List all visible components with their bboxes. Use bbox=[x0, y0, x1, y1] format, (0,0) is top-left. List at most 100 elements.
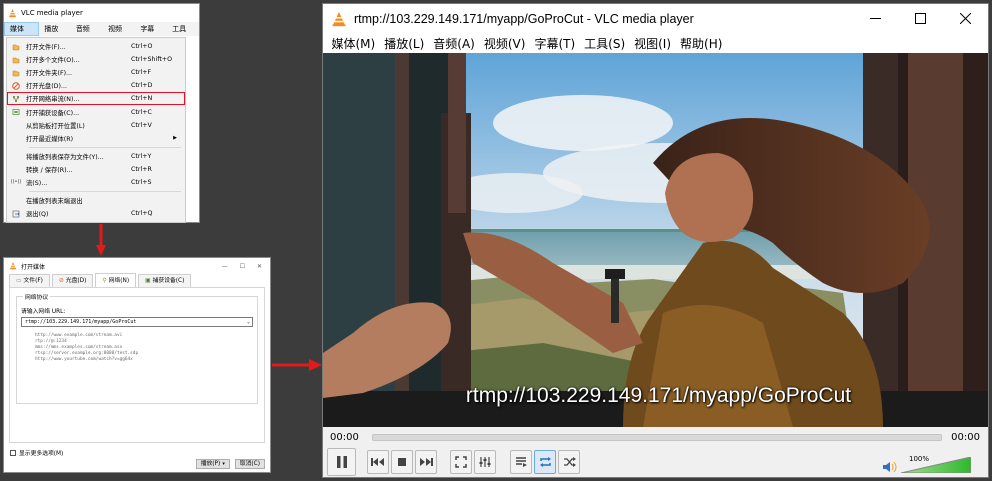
vlc-cone-icon bbox=[332, 11, 346, 26]
menu-item-open-capture[interactable]: 打开捕获设备(C)... Ctrl+C bbox=[7, 105, 185, 118]
right-arrow-icon bbox=[272, 359, 322, 371]
loop-button[interactable] bbox=[534, 450, 556, 474]
playback-controls: 100% bbox=[323, 448, 988, 477]
shuffle-button[interactable] bbox=[558, 450, 580, 474]
quit-icon bbox=[12, 210, 20, 218]
loop-icon bbox=[539, 457, 551, 467]
next-button[interactable] bbox=[415, 450, 437, 474]
menu-item-quit-at-end[interactable]: 在播放列表末端退出 bbox=[7, 194, 185, 207]
play-button[interactable]: 播放(P) ▾ bbox=[195, 459, 230, 469]
pause-button[interactable] bbox=[327, 448, 356, 476]
stop-button[interactable] bbox=[391, 450, 413, 474]
chevron-down-icon[interactable]: ▾ bbox=[222, 460, 225, 468]
skip-forward-icon bbox=[420, 458, 433, 466]
mini-title-bar: VLC media player bbox=[4, 4, 199, 22]
vlc-cone-icon bbox=[8, 8, 17, 17]
network-url-input[interactable]: rtmp://103.229.149.171/myapp/GoProCut ⌄ bbox=[21, 317, 253, 327]
menu-playback[interactable]: 播放(L) bbox=[380, 35, 429, 52]
url-examples: http://www.example.com/stream.avi rtp://… bbox=[35, 333, 139, 363]
volume-slider[interactable] bbox=[901, 457, 971, 473]
tab-network[interactable]: ⚲ 网络(N) bbox=[95, 273, 137, 287]
menu-tools[interactable]: 工具(S) bbox=[580, 35, 630, 52]
fullscreen-icon bbox=[455, 456, 467, 468]
dialog-tabs: ▭ 文件(F) ⊘ 光盘(D) ⚲ 网络(N) ▣ 捕获设备(C) bbox=[4, 273, 270, 287]
open-folder-icon bbox=[12, 69, 20, 77]
tab-disc[interactable]: ⊘ 光盘(D) bbox=[51, 274, 94, 287]
menu-audio[interactable]: 音频(A) bbox=[429, 35, 480, 52]
time-total[interactable]: 00:00 bbox=[946, 432, 980, 443]
main-title-bar: rtmp://103.229.149.171/myapp/GoProCut - … bbox=[323, 4, 988, 33]
menu-subtitle[interactable]: 字幕(T) bbox=[530, 35, 580, 52]
window-title: rtmp://103.229.149.171/myapp/GoProCut - … bbox=[354, 11, 694, 26]
minimize-icon bbox=[870, 18, 881, 19]
tab-capture[interactable]: ▣ 捕获设备(C) bbox=[138, 274, 192, 287]
submenu-arrow-icon: ▶ bbox=[173, 135, 177, 142]
menu-item-open-multiple[interactable]: 打开多个文件(O)... Ctrl+Shift+O bbox=[7, 53, 185, 66]
menu-video[interactable]: 视频(V) bbox=[479, 35, 530, 52]
menu-view[interactable]: 视图(I) bbox=[630, 35, 676, 52]
menu-item-open-folder[interactable]: 打开文件夹(F)... Ctrl+F bbox=[7, 66, 185, 79]
tab-file[interactable]: ▭ 文件(F) bbox=[9, 274, 50, 287]
url-label: 请输入网络 URL: bbox=[21, 309, 66, 315]
menu-separator bbox=[29, 146, 181, 148]
minimize-icon[interactable]: — bbox=[222, 263, 228, 270]
minimize-button[interactable] bbox=[853, 4, 898, 33]
open-media-dialog: 打开媒体 — ☐ ✕ ▭ 文件(F) ⊘ 光盘(D) ⚲ 网络(N) ▣ 捕获设… bbox=[3, 257, 271, 473]
chevron-down-icon[interactable]: ⌄ bbox=[247, 318, 250, 326]
mini-menu-tools[interactable]: 工具(S) bbox=[167, 22, 199, 47]
file-icon: ▭ bbox=[16, 278, 22, 284]
fullscreen-button[interactable] bbox=[450, 450, 472, 474]
menu-item-recent-media[interactable]: 打开最近媒体(R) ▶ bbox=[7, 132, 185, 145]
open-multiple-icon bbox=[12, 56, 20, 64]
more-options-checkbox[interactable]: 显示更多选项(M) bbox=[10, 448, 63, 457]
network-protocol-group: 网络协议 请输入网络 URL: rtmp://103.229.149.171/m… bbox=[16, 292, 258, 404]
subtitle-text: rtmp://103.229.149.171/myapp/GoProCut bbox=[465, 384, 852, 407]
maximize-button[interactable] bbox=[898, 4, 943, 33]
cancel-button[interactable]: 取消(C) bbox=[234, 459, 265, 469]
network-panel: 网络协议 请输入网络 URL: rtmp://103.229.149.171/m… bbox=[9, 287, 265, 443]
extended-settings-button[interactable] bbox=[474, 450, 496, 474]
mini-menu-subtitle[interactable]: 字幕(T) bbox=[135, 22, 167, 47]
mini-menu-video[interactable]: 视频(V) bbox=[103, 22, 135, 47]
close-button[interactable] bbox=[943, 4, 988, 33]
maximize-icon[interactable]: ☐ bbox=[240, 263, 245, 270]
mini-menu-playback[interactable]: 播放(L) bbox=[39, 22, 70, 47]
menu-item-open-disc[interactable]: 打开光盘(D)... Ctrl+D bbox=[7, 79, 185, 92]
menu-separator bbox=[29, 191, 181, 193]
capture-icon: ▣ bbox=[145, 278, 151, 284]
down-arrow-icon bbox=[96, 224, 106, 256]
menu-item-quit[interactable]: 退出(Q) Ctrl+Q bbox=[7, 207, 185, 220]
media-dropdown-menu: 打开文件(F)... Ctrl+O 打开多个文件(O)... Ctrl+Shif… bbox=[6, 37, 186, 224]
vlc-cone-icon bbox=[9, 262, 17, 270]
mini-menu-media[interactable]: 媒体(M) bbox=[4, 22, 40, 45]
video-area[interactable]: rtmp://103.229.149.171/myapp/GoProCut bbox=[323, 53, 988, 427]
menu-item-open-network-stream[interactable]: 打开网络串流(N)... Ctrl+N bbox=[7, 92, 185, 106]
playlist-icon bbox=[516, 457, 527, 467]
network-icon: ⚲ bbox=[102, 277, 107, 284]
menu-item-open-clipboard[interactable]: 从剪贴板打开位置(L) Ctrl+V bbox=[7, 119, 185, 132]
pause-icon bbox=[336, 456, 347, 468]
menu-help[interactable]: 帮助(H) bbox=[676, 35, 727, 52]
time-elapsed[interactable]: 00:00 bbox=[330, 432, 370, 443]
speaker-icon bbox=[883, 461, 897, 473]
capture-icon bbox=[12, 108, 20, 116]
close-icon bbox=[960, 13, 971, 24]
dialog-title: 打开媒体 bbox=[21, 263, 46, 271]
vlc-main-window: rtmp://103.229.149.171/myapp/GoProCut - … bbox=[322, 3, 989, 478]
menu-item-open-file[interactable]: 打开文件(F)... Ctrl+O bbox=[7, 40, 185, 53]
close-icon[interactable]: ✕ bbox=[257, 263, 262, 270]
menu-item-save-playlist[interactable]: 将播放列表保存为文件(Y)... Ctrl+Y bbox=[7, 150, 185, 163]
mini-menu-audio[interactable]: 音频(A) bbox=[71, 22, 103, 47]
previous-button[interactable] bbox=[367, 450, 389, 474]
menu-media[interactable]: 媒体(M) bbox=[327, 35, 380, 52]
volume-control[interactable]: 100% bbox=[881, 451, 981, 473]
dialog-title-bar: 打开媒体 — ☐ ✕ bbox=[4, 258, 270, 274]
stop-icon bbox=[398, 458, 406, 466]
network-icon bbox=[12, 95, 20, 103]
checkbox[interactable] bbox=[10, 449, 16, 456]
menu-item-convert-save[interactable]: 转换 / 保存(R)... Ctrl+R bbox=[7, 163, 185, 176]
stream-icon: ((•)) bbox=[10, 179, 22, 186]
seek-slider[interactable] bbox=[372, 433, 942, 441]
playlist-button[interactable] bbox=[510, 450, 532, 474]
menu-item-stream[interactable]: ((•)) 流(S)... Ctrl+S bbox=[7, 176, 185, 189]
